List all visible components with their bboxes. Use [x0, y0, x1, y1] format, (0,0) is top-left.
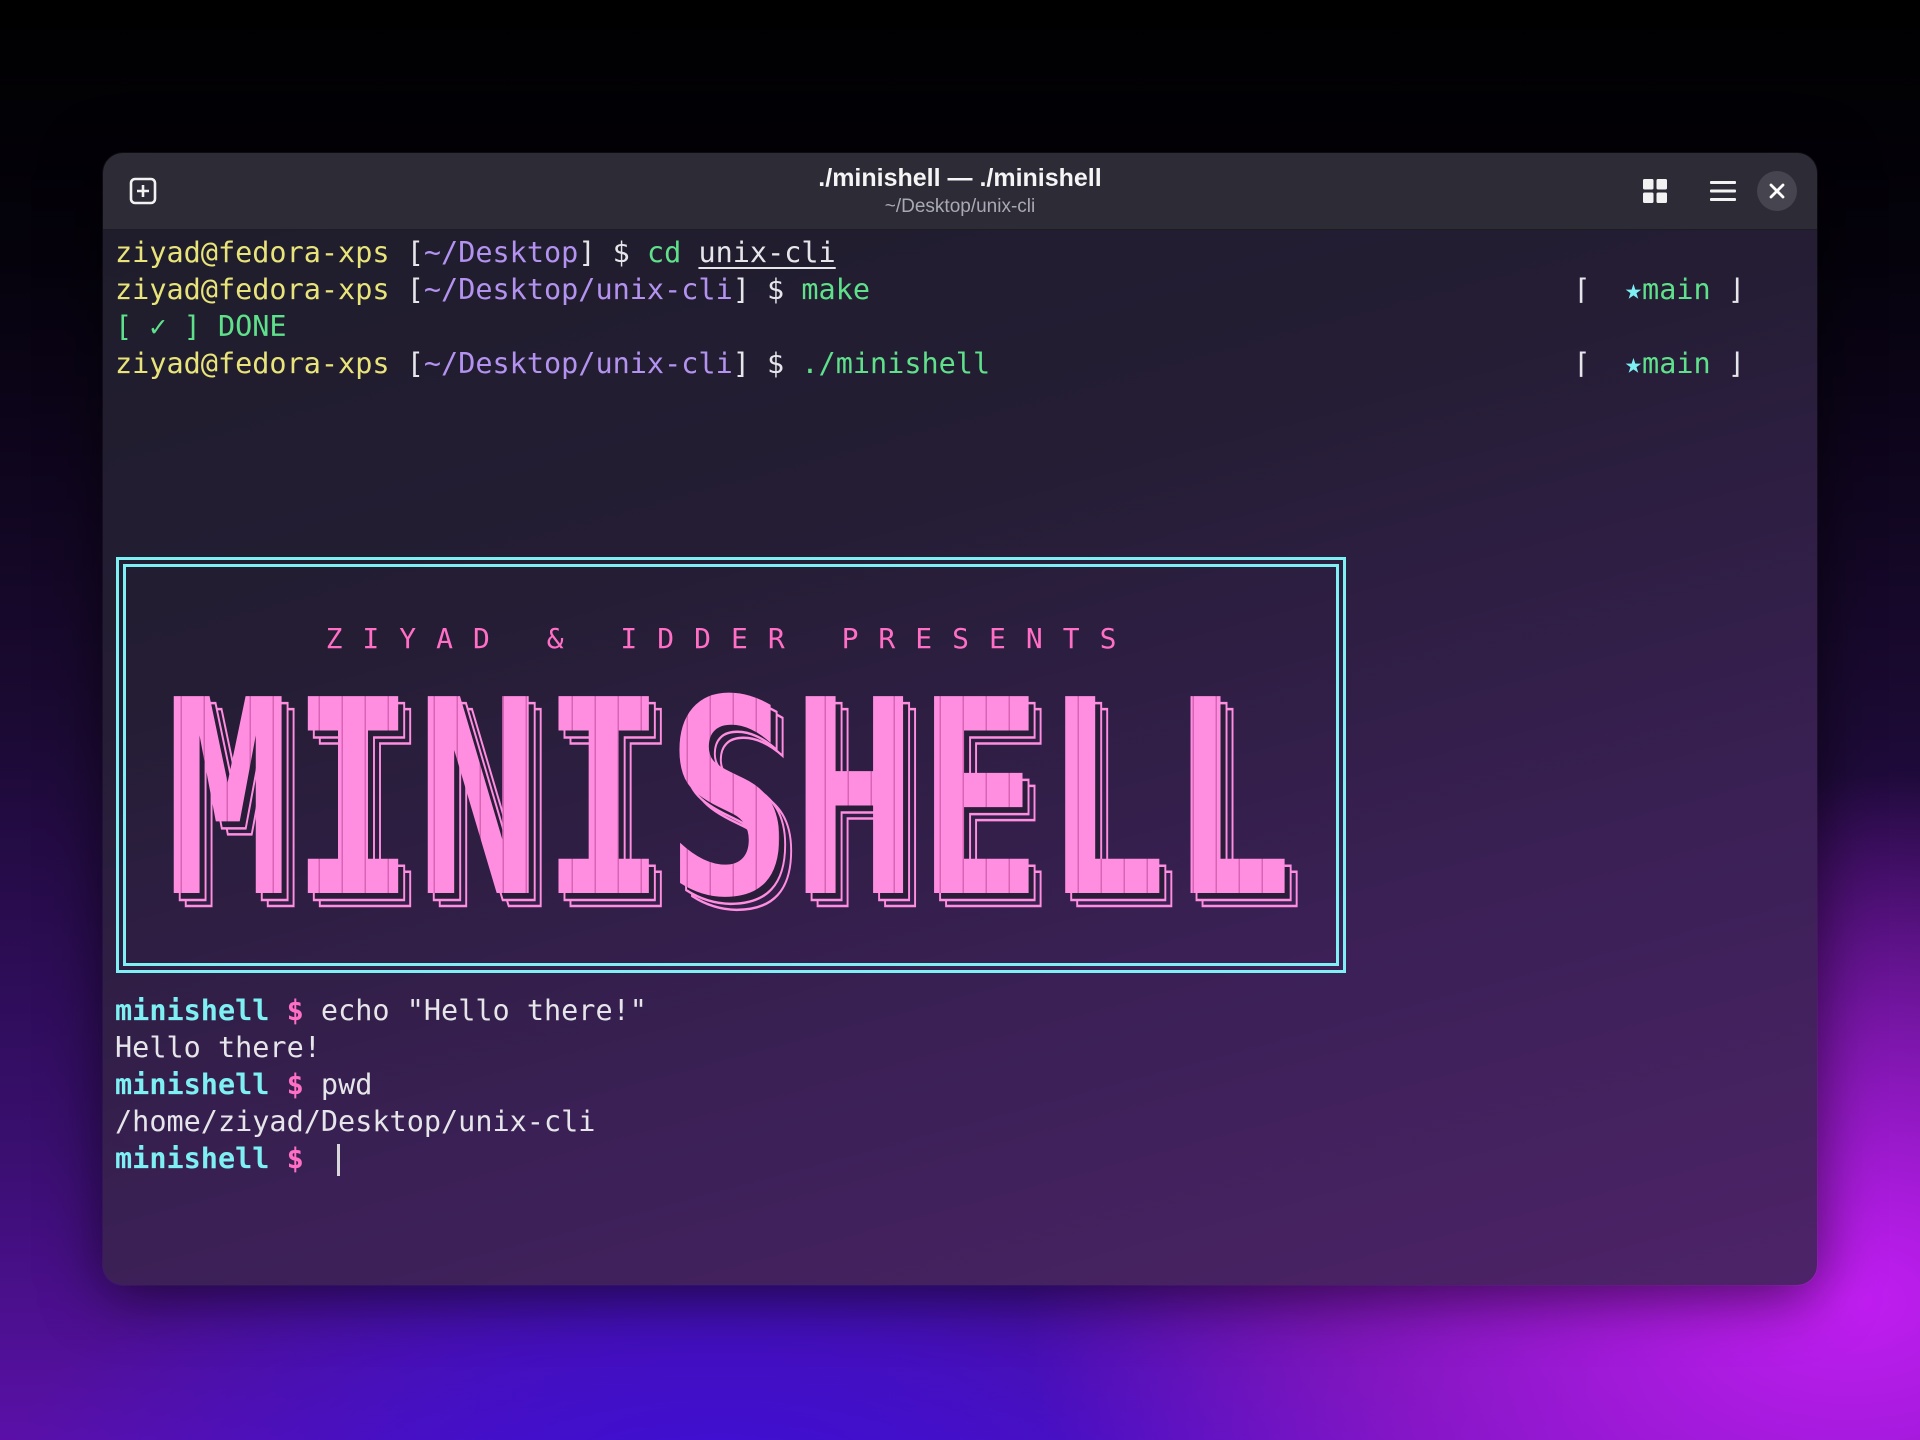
minishell-banner: ZIYAD & IDDER PRESENTS MINISHELL MINISHE…	[116, 557, 1346, 973]
shell-input-line[interactable]: minishell $	[115, 1140, 340, 1177]
shell-prompt-dollar: $	[269, 1142, 321, 1175]
git-branch-indicator: ⌈ ★main ⌋	[1573, 345, 1745, 382]
terminal-content[interactable]: ziyad@fedora-xps [~/Desktop] $ cd unix-c…	[113, 229, 1807, 1285]
prompt-bracket: [	[389, 273, 424, 306]
shell-prompt-name: minishell	[115, 994, 270, 1027]
branch-bracket-close: ⌋	[1710, 347, 1745, 380]
prompt-bracket: [	[389, 347, 424, 380]
branch-bracket-open: ⌈	[1573, 273, 1608, 306]
banner-presents-text: ZIYAD & IDDER PRESENTS	[325, 622, 1137, 655]
close-button[interactable]	[1757, 171, 1797, 211]
prompt-path: ~/Desktop/unix-cli	[423, 273, 733, 306]
branch-bracket-close: ⌋	[1710, 273, 1745, 306]
branch-name: main	[1642, 347, 1711, 380]
terminal-line: ziyad@fedora-xps [~/Desktop/unix-cli] $ …	[115, 271, 870, 308]
grid-view-icon	[1643, 179, 1667, 203]
terminal-line: ziyad@fedora-xps [~/Desktop/unix-cli] $ …	[115, 345, 990, 382]
terminal-line: ziyad@fedora-xps [~/Desktop] $ cd unix-c…	[115, 234, 836, 271]
shell-prompt-name: minishell	[115, 1142, 270, 1175]
command-arg: unix-cli	[698, 236, 836, 269]
prompt-path: ~/Desktop/unix-cli	[423, 347, 733, 380]
shell-output: /home/ziyad/Desktop/unix-cli	[115, 1105, 596, 1138]
terminal-window: ./minishell — ./minishell ~/Desktop/unix…	[103, 153, 1817, 1285]
prompt-bracket: [	[389, 236, 424, 269]
shell-prompt-name: minishell	[115, 1068, 270, 1101]
build-status: [ ✓ ] DONE	[115, 310, 287, 343]
command-text: make	[801, 273, 871, 306]
hamburger-menu-icon	[1710, 181, 1736, 201]
command-text: ./minishell	[801, 347, 991, 380]
prompt-user: ziyad@fedora-xps	[115, 273, 390, 306]
minishell-logo: MINISHELL MINISHELL MINISHELL	[165, 688, 1306, 918]
prompt-symbol: ] $	[732, 273, 802, 306]
prompt-user: ziyad@fedora-xps	[115, 347, 390, 380]
logo-text: MINISHELL	[165, 688, 1293, 918]
shell-command: pwd	[320, 1068, 373, 1101]
main-menu-button[interactable]	[1703, 171, 1743, 211]
shell-prompt-dollar: $	[269, 994, 321, 1027]
window-subtitle: ~/Desktop/unix-cli	[884, 196, 1036, 217]
branch-bracket-open: ⌈	[1573, 347, 1608, 380]
prompt-user: ziyad@fedora-xps	[115, 236, 390, 269]
text-cursor	[336, 1144, 340, 1176]
shell-command: echo "Hello there!"	[320, 994, 647, 1027]
prompt-symbol: ] $	[732, 347, 802, 380]
close-icon	[1769, 183, 1785, 199]
shell-line: minishell $ echo "Hello there!"	[115, 992, 647, 1029]
title-bar: ./minishell — ./minishell ~/Desktop/unix…	[103, 153, 1817, 230]
star-icon: ★	[1607, 347, 1643, 380]
grid-view-button[interactable]	[1635, 171, 1675, 211]
branch-name: main	[1642, 273, 1711, 306]
window-title: ./minishell — ./minishell	[818, 164, 1102, 192]
shell-line: minishell $ pwd	[115, 1066, 372, 1103]
prompt-symbol: ] $	[578, 236, 647, 269]
command-text: cd	[646, 236, 699, 269]
shell-output: Hello there!	[115, 1031, 321, 1064]
git-branch-indicator: ⌈ ★main ⌋	[1573, 271, 1745, 308]
prompt-path: ~/Desktop	[423, 236, 579, 269]
shell-prompt-dollar: $	[269, 1068, 321, 1101]
star-icon: ★	[1607, 273, 1643, 306]
